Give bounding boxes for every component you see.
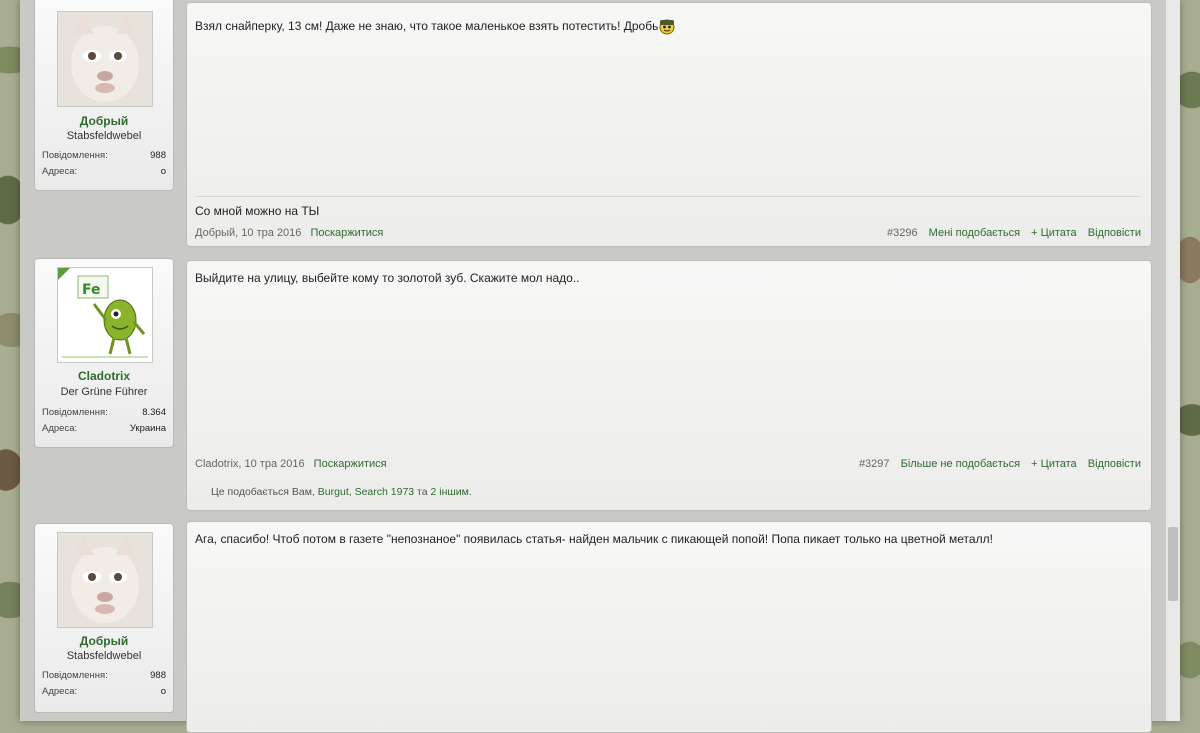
messages-stat: Повідомлення: 8.364	[42, 407, 166, 418]
report-link[interactable]: Поскаржитися	[314, 458, 387, 470]
message-text-content: Взял снайперку, 13 см! Даже не знаю, что…	[195, 19, 659, 33]
message-body: Ага, спасибо! Чтоб потом в газете "непоз…	[186, 521, 1152, 733]
address-value: Украина	[129, 423, 166, 434]
address-label: Адреса:	[42, 686, 78, 697]
avatar-fe-label: Fe	[82, 282, 101, 298]
messages-count[interactable]: 988	[150, 150, 166, 161]
username[interactable]: Cladotrix	[35, 369, 173, 383]
scrollbar-thumb[interactable]	[1168, 527, 1178, 601]
message-text: Ага, спасибо! Чтоб потом в газете "непоз…	[195, 532, 993, 546]
likes-end: .	[468, 486, 472, 498]
messages-label: Повідомлення:	[42, 407, 108, 418]
message-text: Взял снайперку, 13 см! Даже не знаю, что…	[195, 17, 676, 35]
likes-summary: Це подобається Вам, Burgut, Search 1973 …	[211, 486, 472, 498]
likes-and: та	[414, 486, 431, 498]
messages-stat: Повідомлення: 988	[42, 150, 166, 161]
quote-link[interactable]: + Цитата	[1031, 458, 1077, 470]
signature: Со мной можно на ТЫ	[195, 204, 320, 218]
reply-link[interactable]: Відповісти	[1088, 458, 1141, 470]
message-meta: Добрый, 10 тра 2016 Поскаржитися	[195, 227, 383, 239]
message-body: Выйдите на улицу, выбейте кому то золото…	[186, 260, 1152, 511]
scrollbar[interactable]	[1166, 0, 1180, 721]
unlike-link[interactable]: Більше не подобається	[901, 458, 1020, 470]
reply-link[interactable]: Відповісти	[1088, 227, 1141, 239]
user-card: Добрый Stabsfeldwebel Повідомлення: 988 …	[34, 0, 174, 191]
address-stat: Адреса: Украина	[42, 423, 166, 434]
smiley-icon	[658, 17, 676, 35]
likes-others-link[interactable]: 2 іншим	[431, 486, 469, 498]
address-value: о	[160, 166, 166, 177]
address-value: о	[160, 686, 166, 697]
post-number[interactable]: #3296	[887, 227, 918, 239]
author-date[interactable]: Cladotrix, 10 тра 2016	[195, 458, 305, 470]
signature-divider	[195, 196, 1141, 197]
user-card: Добрый Stabsfeldwebel Повідомлення: 988 …	[34, 523, 174, 713]
message-meta: Cladotrix, 10 тра 2016 Поскаржитися	[195, 458, 387, 470]
user-card: Fe Cladotrix Der Grüne Führer Повідомлен…	[34, 258, 174, 448]
user-title: Stabsfeldwebel	[66, 650, 142, 662]
address-label: Адреса:	[42, 166, 78, 177]
messages-count[interactable]: 8.364	[142, 407, 166, 418]
messages-label: Повідомлення:	[42, 670, 108, 681]
address-stat: Адреса: о	[42, 686, 166, 697]
user-title: Stabsfeldwebel	[66, 130, 142, 142]
message-text: Выйдите на улицу, выбейте кому то золото…	[195, 271, 580, 285]
messages-stat: Повідомлення: 988	[42, 670, 166, 681]
avatar[interactable]	[57, 11, 153, 107]
username[interactable]: Добрый	[35, 114, 173, 128]
message-body: Взял снайперку, 13 см! Даже не знаю, что…	[186, 2, 1152, 247]
avatar[interactable]	[57, 532, 153, 628]
message-actions: #3296 Мені подобається + Цитата Відповіс…	[879, 227, 1141, 239]
messages-count[interactable]: 988	[150, 670, 166, 681]
like-link[interactable]: Мені подобається	[929, 227, 1020, 239]
message-actions: #3297 Більше не подобається + Цитата Від…	[851, 458, 1141, 470]
like-user-burgut[interactable]: Burgut	[318, 486, 349, 498]
address-stat: Адреса: о	[42, 166, 166, 177]
author-date[interactable]: Добрый, 10 тра 2016	[195, 227, 301, 239]
forum-page: Добрый Stabsfeldwebel Повідомлення: 988 …	[20, 0, 1180, 733]
address-label: Адреса:	[42, 423, 78, 434]
messages-label: Повідомлення:	[42, 150, 108, 161]
likes-prefix: Це подобається Вам,	[211, 486, 318, 498]
quote-link[interactable]: + Цитата	[1031, 227, 1077, 239]
report-link[interactable]: Поскаржитися	[310, 227, 383, 239]
like-user-search-1973[interactable]: Search 1973	[355, 486, 415, 498]
post-number[interactable]: #3297	[859, 458, 890, 470]
user-title: Der Grüne Führer	[60, 386, 148, 398]
username[interactable]: Добрый	[35, 634, 173, 648]
avatar[interactable]: Fe	[57, 267, 153, 363]
